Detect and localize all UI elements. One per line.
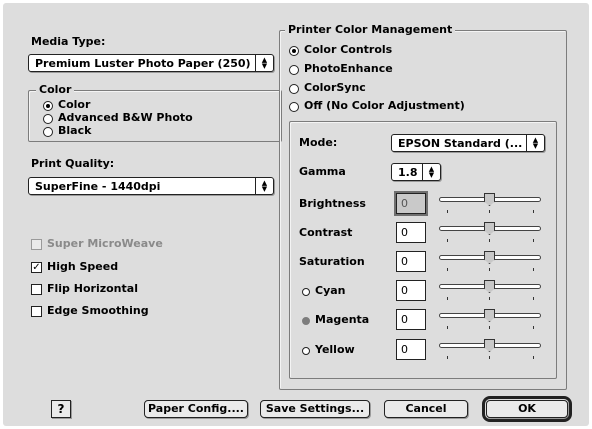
cyan-slider[interactable] bbox=[439, 280, 543, 302]
high-speed-checkbox[interactable]: ✓ bbox=[31, 262, 42, 273]
cyan-label: Cyan bbox=[315, 284, 346, 297]
radio-photoenhance-label: PhotoEnhance bbox=[304, 62, 393, 75]
popup-arrows-icon: ▲ ▼ bbox=[255, 178, 273, 194]
yellow-label: Yellow bbox=[315, 343, 355, 356]
gamma-label: Gamma bbox=[299, 165, 346, 178]
contrast-field[interactable]: 0 bbox=[396, 222, 426, 243]
radio-off[interactable] bbox=[289, 102, 299, 112]
radio-colorsync-label: ColorSync bbox=[304, 81, 366, 94]
cyan-dot-icon bbox=[302, 288, 310, 296]
saturation-label: Saturation bbox=[299, 255, 365, 268]
paper-config-button[interactable]: Paper Config.... bbox=[144, 400, 248, 418]
cancel-button[interactable]: Cancel bbox=[384, 400, 468, 418]
slider-thumb[interactable] bbox=[484, 251, 495, 264]
radio-advanced-bw[interactable] bbox=[43, 114, 53, 124]
high-speed-label: High Speed bbox=[47, 260, 119, 273]
slider-tick bbox=[533, 297, 534, 300]
slider-tick bbox=[533, 210, 534, 213]
radio-black-label: Black bbox=[58, 124, 92, 137]
color-group-title: Color bbox=[36, 83, 75, 97]
slider-tick bbox=[447, 239, 448, 242]
print-quality-label: Print Quality: bbox=[31, 157, 115, 170]
contrast-label: Contrast bbox=[299, 226, 353, 239]
slider-tick bbox=[489, 326, 490, 329]
flip-horizontal-checkbox[interactable] bbox=[31, 284, 42, 295]
edge-smoothing-checkbox[interactable] bbox=[31, 306, 42, 317]
radio-color-label: Color bbox=[58, 98, 91, 111]
edge-smoothing-label: Edge Smoothing bbox=[47, 304, 149, 317]
media-type-value: Premium Luster Photo Paper (250) bbox=[35, 57, 251, 70]
radio-black[interactable] bbox=[43, 127, 53, 137]
media-type-label: Media Type: bbox=[31, 35, 106, 48]
popup-arrows-icon: ▲ ▼ bbox=[526, 135, 544, 151]
brightness-label: Brightness bbox=[299, 197, 366, 210]
yellow-dot-icon bbox=[302, 347, 310, 355]
gamma-popup[interactable]: 1.8 ▲ ▼ bbox=[391, 163, 441, 181]
slider-thumb[interactable] bbox=[484, 193, 495, 206]
popup-arrows-icon: ▲ ▼ bbox=[255, 55, 273, 71]
slider-tick bbox=[533, 239, 534, 242]
radio-colorsync[interactable] bbox=[289, 84, 299, 94]
save-settings-button[interactable]: Save Settings... bbox=[260, 400, 370, 418]
magenta-label: Magenta bbox=[315, 313, 370, 326]
slider-tick bbox=[447, 268, 448, 271]
slider-tick bbox=[447, 210, 448, 213]
magenta-slider[interactable] bbox=[439, 309, 543, 331]
print-settings-dialog: Media Type: Premium Luster Photo Paper (… bbox=[3, 3, 589, 426]
slider-tick bbox=[447, 297, 448, 300]
slider-tick bbox=[533, 326, 534, 329]
brightness-slider[interactable] bbox=[439, 193, 543, 215]
slider-thumb[interactable] bbox=[484, 339, 495, 352]
saturation-field[interactable]: 0 bbox=[396, 251, 426, 272]
slider-thumb[interactable] bbox=[484, 280, 495, 293]
slider-tick bbox=[447, 326, 448, 329]
gamma-value: 1.8 bbox=[398, 166, 418, 179]
print-quality-value: SuperFine - 1440dpi bbox=[35, 180, 161, 193]
popup-arrows-icon: ▲ ▼ bbox=[422, 164, 440, 180]
slider-tick bbox=[489, 268, 490, 271]
radio-color-controls-label: Color Controls bbox=[304, 43, 393, 56]
radio-color-controls[interactable] bbox=[289, 46, 299, 56]
media-type-popup[interactable]: Premium Luster Photo Paper (250) ▲ ▼ bbox=[28, 54, 274, 72]
radio-advanced-bw-label: Advanced B&W Photo bbox=[58, 111, 193, 124]
magenta-field[interactable]: 0 bbox=[396, 309, 426, 330]
ok-button[interactable]: OK bbox=[482, 396, 572, 422]
slider-tick bbox=[533, 268, 534, 271]
slider-tick bbox=[447, 356, 448, 359]
cyan-field[interactable]: 0 bbox=[396, 280, 426, 301]
mode-popup[interactable]: EPSON Standard (... ▲ ▼ bbox=[391, 134, 545, 152]
saturation-slider[interactable] bbox=[439, 251, 543, 273]
yellow-field[interactable]: 0 bbox=[396, 339, 426, 360]
slider-thumb[interactable] bbox=[484, 309, 495, 322]
flip-horizontal-label: Flip Horizontal bbox=[47, 282, 138, 295]
help-button[interactable]: ? bbox=[51, 400, 71, 418]
radio-photoenhance[interactable] bbox=[289, 65, 299, 75]
slider-tick bbox=[489, 297, 490, 300]
mode-label: Mode: bbox=[299, 136, 338, 149]
yellow-slider[interactable] bbox=[439, 339, 543, 361]
magenta-dot-icon bbox=[302, 317, 310, 325]
slider-tick bbox=[489, 210, 490, 213]
brightness-field[interactable]: 0 bbox=[394, 191, 428, 216]
super-microweave-label: Super MicroWeave bbox=[47, 237, 163, 250]
slider-tick bbox=[533, 356, 534, 359]
slider-tick bbox=[489, 356, 490, 359]
pcm-title: Printer Color Management bbox=[285, 23, 456, 37]
radio-color[interactable] bbox=[43, 101, 53, 111]
super-microweave-checkbox[interactable] bbox=[31, 239, 42, 250]
slider-thumb[interactable] bbox=[484, 222, 495, 235]
print-quality-popup[interactable]: SuperFine - 1440dpi ▲ ▼ bbox=[28, 177, 274, 195]
slider-tick bbox=[489, 239, 490, 242]
contrast-slider[interactable] bbox=[439, 222, 543, 244]
mode-value: EPSON Standard (... bbox=[398, 137, 523, 150]
radio-off-label: Off (No Color Adjustment) bbox=[304, 99, 465, 112]
checkmark-icon: ✓ bbox=[32, 262, 41, 273]
